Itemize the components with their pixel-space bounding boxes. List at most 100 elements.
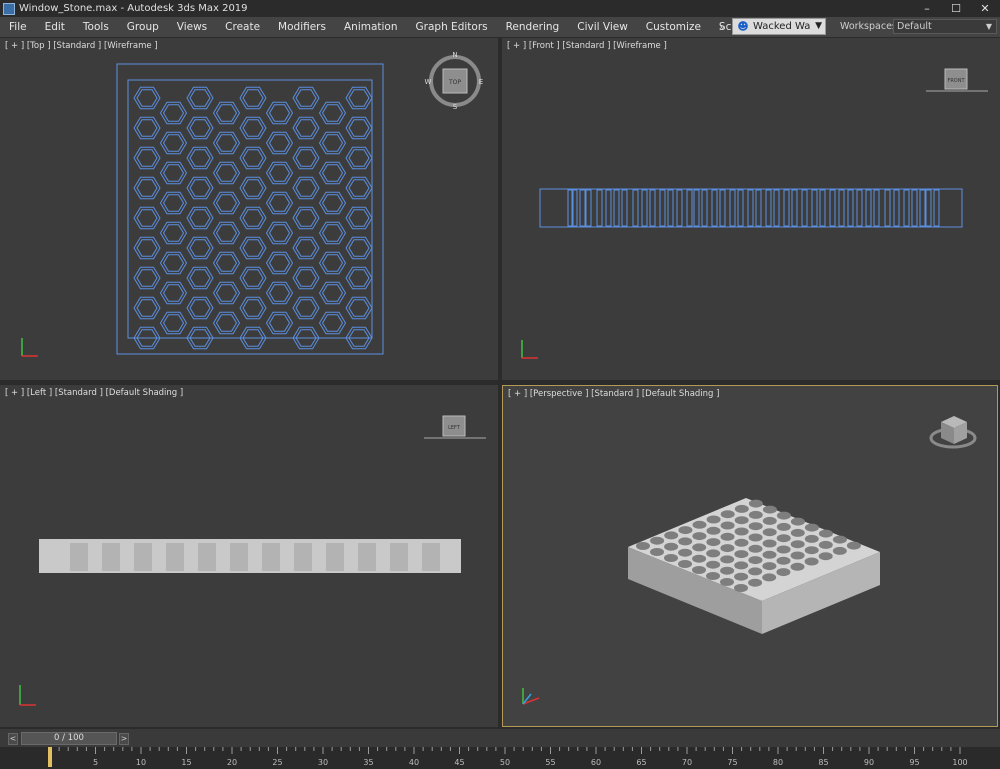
hexagon-outline: [268, 314, 291, 332]
hexagon-outline: [348, 239, 370, 257]
hexagon-outline: [239, 116, 267, 140]
viewport-top[interactable]: [ + ] [Top ] [Standard ] [Wireframe ] TO…: [0, 38, 498, 380]
ruler-label: 100: [952, 758, 967, 767]
hexagon-outline: [162, 194, 185, 212]
front-wire-bar: [773, 189, 780, 227]
hexagon-outline: [162, 284, 185, 302]
viewport-front[interactable]: [ + ] [Front ] [Standard ] [Wireframe ] …: [502, 38, 1000, 380]
hexagon-outline: [318, 311, 347, 335]
front-wire-bar: [893, 189, 900, 227]
front-wire-bar: [755, 189, 762, 227]
front-wire-bar: [838, 189, 845, 227]
front-wire-bar: [765, 189, 772, 227]
menu-edit[interactable]: Edit: [36, 21, 74, 33]
hexagon-outline: [162, 134, 185, 152]
hexagon-outline: [318, 221, 347, 245]
hexagon-outline: [318, 191, 347, 215]
hexagon-outline: [321, 224, 344, 242]
hexagon-outline: [345, 86, 373, 110]
hexagon-outline: [321, 284, 344, 302]
hexagon-outline: [318, 131, 347, 155]
menu-graph-editors[interactable]: Graph Editors: [407, 21, 497, 33]
maximize-button[interactable]: ☐: [943, 0, 969, 17]
hexagon-outline: [212, 101, 241, 125]
ruler-label: 30: [318, 758, 328, 767]
hexagon-outline: [265, 191, 294, 215]
front-wire-bar: [579, 189, 586, 227]
front-wire-bar: [791, 189, 798, 227]
viewport-left[interactable]: [ + ] [Left ] [Standard ] [Default Shadi…: [0, 385, 498, 727]
front-wireframe-svg: FRONT: [521, 68, 988, 359]
hexagon-outline: [162, 104, 185, 122]
perspective-hex-hole: [762, 550, 777, 559]
perspective-hex-hole: [678, 526, 693, 535]
viewcube-perspective[interactable]: [929, 416, 977, 449]
perspective-hex-hole: [650, 536, 665, 545]
hexagon-outline: [242, 239, 264, 257]
hexagon-outline: [345, 176, 373, 200]
hexagon-outline: [348, 299, 370, 317]
current-frame-marker[interactable]: [48, 747, 52, 767]
hexagon-outline: [265, 101, 294, 125]
menu-modifiers[interactable]: Modifiers: [269, 21, 335, 33]
hexagon-outline: [159, 161, 188, 185]
minimize-button[interactable]: –: [914, 0, 940, 17]
menu-tools[interactable]: Tools: [74, 21, 118, 33]
left-slab-detail: [166, 543, 184, 571]
top-outer-frame: [116, 63, 384, 355]
ruler-label: 10: [136, 758, 146, 767]
perspective-hex-hole: [818, 529, 833, 538]
next-frame-button[interactable]: >: [119, 733, 129, 745]
menu-overflow-chevron[interactable]: »: [719, 17, 731, 37]
front-wire-bar: [801, 189, 808, 227]
hexagon-outline: [239, 296, 267, 320]
hexagon-outline: [239, 86, 267, 110]
hexagon-outline: [136, 119, 158, 137]
perspective-hex-hole: [762, 516, 777, 525]
hexagon-outline: [215, 224, 238, 242]
menu-civil-view[interactable]: Civil View: [568, 21, 637, 33]
front-wire-bar: [621, 189, 628, 227]
hexagon-outline: [295, 179, 317, 197]
hexagon-outline: [215, 134, 238, 152]
perspective-hex-hole: [776, 511, 791, 520]
perspective-hex-hole: [762, 528, 777, 537]
track-bar[interactable]: 0510152025303540455055606570758085909510…: [0, 747, 1000, 769]
front-wire-bar: [676, 189, 683, 227]
menu-views[interactable]: Views: [168, 21, 216, 33]
menu-rendering[interactable]: Rendering: [497, 21, 569, 33]
top-wireframe-svg: TOP N E S W: [21, 51, 484, 357]
left-slab-detail: [326, 543, 344, 571]
prev-frame-button[interactable]: <: [8, 733, 18, 745]
app-icon: [3, 2, 15, 15]
hexagon-outline: [186, 296, 214, 320]
viewport-perspective[interactable]: [ + ] [Perspective ] [Standard ] [Defaul…: [502, 385, 998, 727]
hexagon-outline: [242, 89, 264, 107]
menu-file[interactable]: File: [0, 21, 36, 33]
viewcube-compass[interactable]: TOP N E S W: [425, 51, 484, 111]
perspective-hex-hole: [734, 561, 749, 570]
perspective-hex-hole: [762, 505, 777, 514]
perspective-hex-hole: [664, 554, 678, 562]
user-account-dropdown[interactable]: ☻ Wacked Wa ▼: [732, 18, 826, 35]
menu-animation[interactable]: Animation: [335, 21, 407, 33]
time-slider[interactable]: 0 / 100: [21, 732, 117, 745]
perspective-hex-hole: [748, 567, 763, 576]
workspaces-dropdown[interactable]: Default ▼: [893, 19, 997, 34]
svg-text:E: E: [479, 78, 483, 86]
menu-customize[interactable]: Customize: [637, 21, 710, 33]
svg-text:N: N: [452, 51, 457, 59]
menu-group[interactable]: Group: [118, 21, 168, 33]
viewcube-left[interactable]: LEFT: [424, 415, 486, 439]
viewcube-front[interactable]: FRONT: [926, 68, 988, 92]
hexagon-outline: [321, 104, 344, 122]
hexagon-outline: [212, 311, 241, 335]
menu-create[interactable]: Create: [216, 21, 269, 33]
close-button[interactable]: ✕: [972, 0, 998, 17]
perspective-hex-hole: [804, 546, 819, 555]
front-wire-bar: [829, 189, 836, 227]
perspective-hex-hole: [776, 534, 791, 543]
front-wire-bar: [819, 189, 826, 227]
hexagon-outline: [133, 206, 161, 230]
perspective-hex-hole: [776, 522, 791, 531]
